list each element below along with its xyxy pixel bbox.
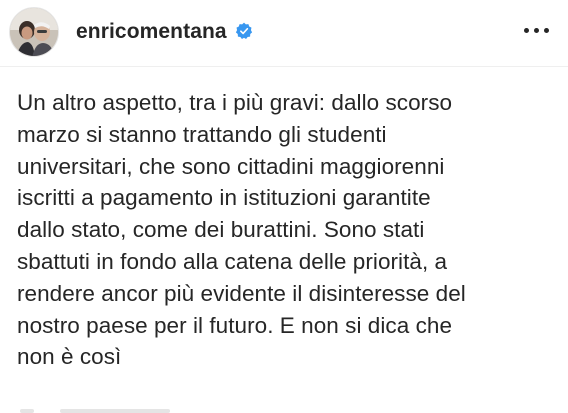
- avatar-photo-icon: [10, 8, 58, 56]
- caption-line: dallo stato, come dei burattini. Sono st…: [17, 217, 425, 243]
- avatar[interactable]: [9, 7, 59, 57]
- post-caption: Un altro aspetto, tra i più gravi: dallo…: [17, 87, 557, 373]
- header-divider: [0, 66, 568, 67]
- caption-line: Un altro aspetto, tra i più gravi: dallo…: [17, 90, 453, 115]
- caption-line: marzo si stanno trattando gli studenti: [17, 121, 387, 147]
- caption-line: rendere ancor più evidente il disinteres…: [17, 280, 466, 306]
- username[interactable]: enricomentana: [76, 19, 227, 45]
- next-section-hint: [0, 404, 568, 413]
- caption-line: sbattuti in fondo alla catena delle prio…: [17, 248, 448, 274]
- caption-line: nostro paese per il futuro. E non si dic…: [17, 312, 453, 338]
- verified-badge-icon: [235, 22, 253, 40]
- instagram-post: enricomentana Un altro aspetto, tra i pi…: [0, 0, 568, 413]
- caption-line: non è così: [17, 344, 122, 370]
- post-header: enricomentana: [0, 0, 568, 66]
- caption-line: universitari, che sono cittadini maggior…: [17, 153, 445, 179]
- more-options-icon[interactable]: [524, 27, 550, 35]
- caption-line: iscritti a pagamento in istituzioni gara…: [17, 185, 431, 211]
